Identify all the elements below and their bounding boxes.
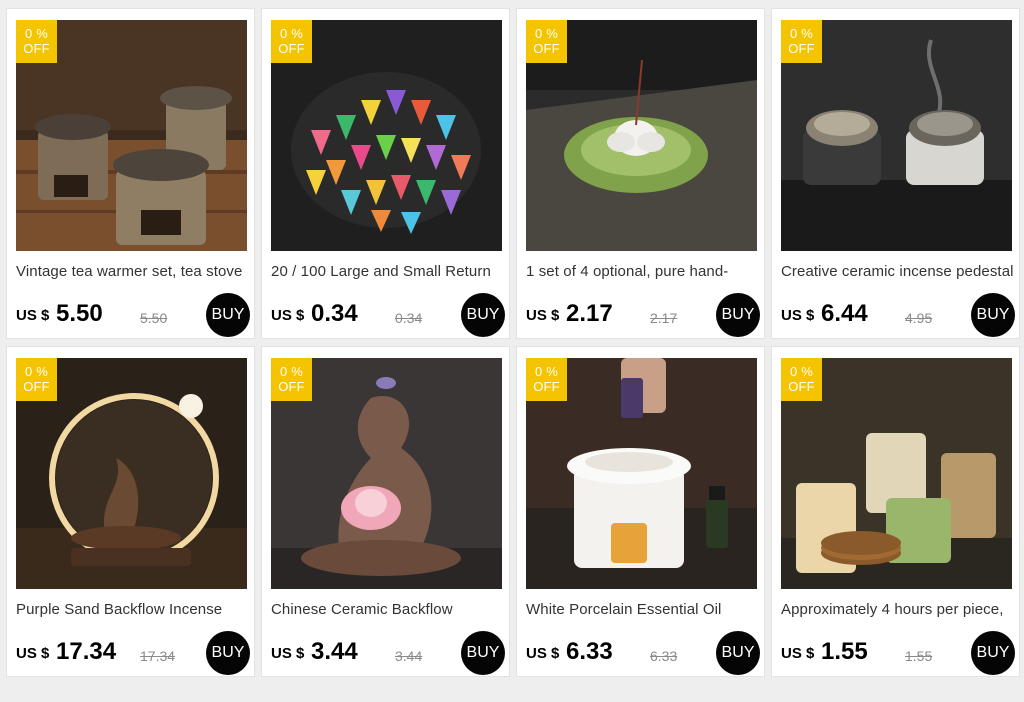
original-price: 4.95 <box>905 310 933 326</box>
badge-off: OFF <box>533 379 560 394</box>
original-price: 5.50 <box>140 310 168 326</box>
product-price: 17.34 <box>56 638 117 665</box>
price-row: US $ 17.34 17.34 BUY <box>16 631 252 675</box>
buy-button[interactable]: BUY <box>206 293 250 337</box>
buy-button[interactable]: BUY <box>716 293 760 337</box>
currency-label: US $ <box>781 307 815 324</box>
original-price: 0.34 <box>395 310 423 326</box>
original-price: 17.34 <box>140 648 176 664</box>
product-price: 2.17 <box>566 300 613 327</box>
currency-label: US $ <box>16 307 50 324</box>
product-price: 6.44 <box>821 300 868 327</box>
badge-percent: 0 % <box>24 364 48 379</box>
buy-button[interactable]: BUY <box>206 631 250 675</box>
price-row: US $ 3.44 3.44 BUY <box>271 631 507 675</box>
currency-label: US $ <box>271 307 305 324</box>
price-row: US $ 1.55 1.55 BUY <box>781 631 1017 675</box>
badge-off: OFF <box>533 41 560 56</box>
badge-off: OFF <box>278 379 305 394</box>
discount-badge: 0 % OFF <box>526 358 567 401</box>
product-price: 6.33 <box>566 638 613 665</box>
discount-badge: 0 % OFF <box>781 358 822 401</box>
price-row: US $ 6.33 6.33 BUY <box>526 631 762 675</box>
buy-button[interactable]: BUY <box>716 631 760 675</box>
product-card[interactable]: 0 % OFF Purple Sand Backflow Incense US … <box>6 346 255 677</box>
badge-off: OFF <box>23 379 50 394</box>
price-row: US $ 6.44 4.95 BUY <box>781 293 1017 337</box>
product-grid: 0 % OFF Vintage tea warmer set, tea stov… <box>6 8 1020 677</box>
currency-label: US $ <box>526 307 560 324</box>
currency-label: US $ <box>526 645 560 662</box>
original-price: 3.44 <box>395 648 423 664</box>
badge-percent: 0 % <box>789 26 813 41</box>
buy-button[interactable]: BUY <box>461 293 505 337</box>
product-card[interactable]: 0 % OFF Chinese Ceramic Backflow US $ 3.… <box>261 346 510 677</box>
product-title[interactable]: 20 / 100 Large and Small Return <box>271 263 504 280</box>
currency-label: US $ <box>16 645 50 662</box>
badge-percent: 0 % <box>279 26 303 41</box>
badge-percent: 0 % <box>789 364 813 379</box>
badge-percent: 0 % <box>534 364 558 379</box>
product-title[interactable]: 1 set of 4 optional, pure hand- <box>526 263 759 280</box>
badge-percent: 0 % <box>279 364 303 379</box>
discount-badge: 0 % OFF <box>271 358 312 401</box>
price-row: US $ 2.17 2.17 BUY <box>526 293 762 337</box>
product-title[interactable]: Approximately 4 hours per piece, <box>781 601 1014 618</box>
product-title[interactable]: Vintage tea warmer set, tea stove <box>16 263 249 280</box>
badge-off: OFF <box>788 379 815 394</box>
original-price: 6.33 <box>650 648 678 664</box>
buy-button[interactable]: BUY <box>971 293 1015 337</box>
badge-off: OFF <box>23 41 50 56</box>
price-row: US $ 0.34 0.34 BUY <box>271 293 507 337</box>
product-card[interactable]: 0 % OFF White Porcelain Essential Oil US… <box>516 346 765 677</box>
original-price: 2.17 <box>650 310 678 326</box>
product-price: 3.44 <box>311 638 358 665</box>
buy-button[interactable]: BUY <box>971 631 1015 675</box>
product-price: 5.50 <box>56 300 103 327</box>
currency-label: US $ <box>271 645 305 662</box>
badge-off: OFF <box>278 41 305 56</box>
badge-off: OFF <box>788 41 815 56</box>
discount-badge: 0 % OFF <box>781 20 822 63</box>
original-price: 1.55 <box>905 648 933 664</box>
badge-percent: 0 % <box>534 26 558 41</box>
product-card[interactable]: 0 % OFF Vintage tea warmer set, tea stov… <box>6 8 255 339</box>
currency-label: US $ <box>781 645 815 662</box>
product-card[interactable]: 0 % OFF 20 / 100 Large and Small Return … <box>261 8 510 339</box>
buy-button[interactable]: BUY <box>461 631 505 675</box>
product-card[interactable]: 0 % OFF 1 set of 4 optional, pure hand- … <box>516 8 765 339</box>
badge-percent: 0 % <box>24 26 48 41</box>
product-title[interactable]: White Porcelain Essential Oil <box>526 601 759 618</box>
discount-badge: 0 % OFF <box>16 20 57 63</box>
product-title[interactable]: Purple Sand Backflow Incense <box>16 601 249 618</box>
product-title[interactable]: Creative ceramic incense pedestal <box>781 263 1014 280</box>
discount-badge: 0 % OFF <box>271 20 312 63</box>
product-price: 0.34 <box>311 300 358 327</box>
product-card[interactable]: 0 % OFF Approximately 4 hours per piece,… <box>771 346 1020 677</box>
discount-badge: 0 % OFF <box>526 20 567 63</box>
discount-badge: 0 % OFF <box>16 358 57 401</box>
price-row: US $ 5.50 5.50 BUY <box>16 293 252 337</box>
product-title[interactable]: Chinese Ceramic Backflow <box>271 601 504 618</box>
product-card[interactable]: 0 % OFF Creative ceramic incense pedesta… <box>771 8 1020 339</box>
product-price: 1.55 <box>821 638 868 665</box>
